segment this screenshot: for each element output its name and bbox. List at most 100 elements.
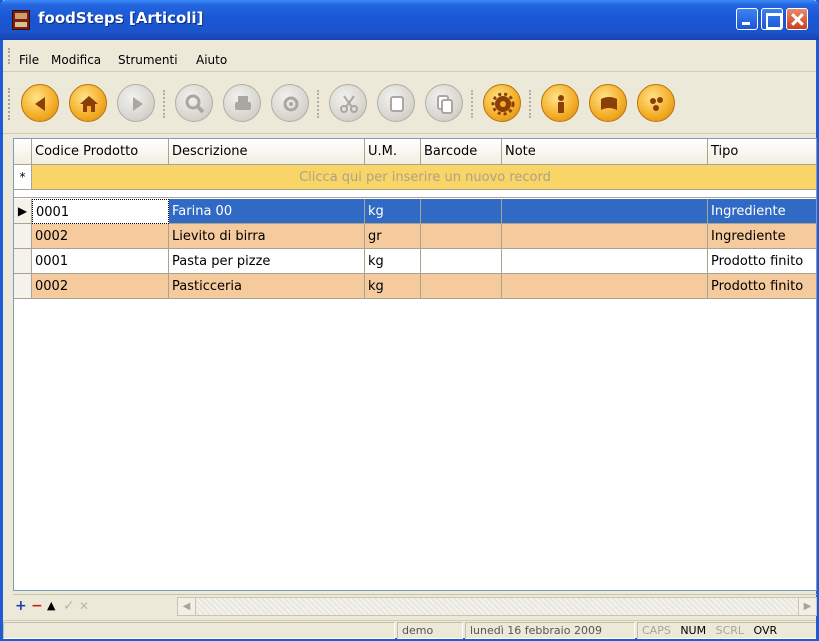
- cell-um[interactable]: kg: [365, 199, 421, 224]
- cell-um[interactable]: gr: [365, 224, 421, 249]
- toolbar-separator: [163, 90, 165, 118]
- delete-record-button[interactable]: −: [31, 597, 43, 615]
- minimize-button[interactable]: [736, 8, 758, 30]
- status-message-panel: [3, 622, 395, 639]
- menu-file[interactable]: File: [19, 53, 39, 67]
- info-button[interactable]: [541, 84, 579, 122]
- home-icon: [70, 85, 108, 123]
- back-arrow-icon: [22, 85, 60, 123]
- paste-icon: [426, 85, 464, 123]
- record-navigator: + − ▲ ✓ ✕ ◀ ▶: [13, 594, 817, 618]
- cancel-edit-button[interactable]: ✕: [79, 597, 89, 615]
- window-title: foodSteps [Articoli]: [38, 9, 204, 27]
- cell-barcode[interactable]: [421, 274, 502, 299]
- print-button[interactable]: [223, 84, 261, 122]
- status-keys-panel: CAPS NUM SCRL OVR: [637, 622, 816, 639]
- toolbar-separator: [529, 90, 531, 118]
- back-button[interactable]: [21, 84, 59, 122]
- cell-um[interactable]: kg: [365, 274, 421, 299]
- settings-button[interactable]: [483, 84, 521, 122]
- search-button[interactable]: [175, 84, 213, 122]
- new-record-row[interactable]: * Clicca qui per inserire un nuovo recor…: [14, 165, 816, 190]
- cell-barcode[interactable]: [421, 199, 502, 224]
- app-logo-icon[interactable]: [12, 10, 30, 30]
- row-selector[interactable]: [14, 224, 32, 249]
- grid-header: Codice Prodotto Descrizione U.M. Barcode…: [14, 139, 816, 165]
- search-icon: [176, 85, 214, 123]
- column-header-codice[interactable]: Codice Prodotto: [32, 139, 169, 165]
- palette-button[interactable]: [637, 84, 675, 122]
- cell-descrizione[interactable]: Pasta per pizze: [169, 249, 365, 274]
- status-date: lunedì 16 febbraio 2009: [465, 622, 635, 639]
- row-selector[interactable]: [14, 274, 32, 299]
- preview-icon: [272, 85, 310, 123]
- toolbar-grip[interactable]: [8, 88, 10, 120]
- palette-icon: [638, 85, 676, 123]
- status-bar: demo lunedì 16 febbraio 2009 CAPS NUM SC…: [3, 620, 816, 639]
- menu-bar: File Modifica Strumenti Aiuto: [3, 40, 816, 72]
- cell-note[interactable]: [502, 199, 708, 224]
- cell-barcode[interactable]: [421, 224, 502, 249]
- cell-um[interactable]: kg: [365, 249, 421, 274]
- paste-button[interactable]: [425, 84, 463, 122]
- scroll-right-arrow-icon[interactable]: ▶: [798, 598, 816, 615]
- add-record-button[interactable]: +: [15, 597, 27, 615]
- copy-button[interactable]: [377, 84, 415, 122]
- copy-icon: [378, 85, 416, 123]
- manual-button[interactable]: [589, 84, 627, 122]
- close-button[interactable]: [786, 8, 808, 30]
- forward-button[interactable]: [117, 84, 155, 122]
- table-row[interactable]: 0002 Lievito di birra gr Ingrediente: [32, 224, 816, 249]
- app-window: foodSteps [Articoli] File Modifica Strum…: [0, 0, 819, 641]
- settings-gear-icon: [484, 85, 522, 123]
- cell-barcode[interactable]: [421, 249, 502, 274]
- cell-note[interactable]: [502, 274, 708, 299]
- title-bar[interactable]: foodSteps [Articoli]: [0, 0, 819, 40]
- cell-note[interactable]: [502, 249, 708, 274]
- column-header-barcode[interactable]: Barcode: [421, 139, 502, 165]
- table-row[interactable]: 0001 Pasta per pizze kg Prodotto finito: [32, 249, 816, 274]
- row-selector[interactable]: [14, 249, 32, 274]
- cell-note[interactable]: [502, 224, 708, 249]
- column-header-note[interactable]: Note: [502, 139, 708, 165]
- cell-descrizione[interactable]: Farina 00: [169, 199, 365, 224]
- menu-grip[interactable]: [8, 48, 10, 64]
- table-row[interactable]: 0001 Farina 00 kg Ingrediente: [32, 199, 816, 224]
- cell-codice[interactable]: 0002: [32, 224, 169, 249]
- grid-divider: [14, 190, 816, 198]
- cell-tipo[interactable]: Ingrediente: [708, 199, 816, 224]
- cell-codice[interactable]: 0001: [32, 249, 169, 274]
- status-num: NUM: [680, 624, 707, 637]
- cell-codice[interactable]: 0001: [32, 199, 169, 224]
- articles-grid: Codice Prodotto Descrizione U.M. Barcode…: [13, 138, 817, 591]
- confirm-edit-button[interactable]: ✓: [63, 597, 75, 615]
- cut-button[interactable]: [329, 84, 367, 122]
- toolbar-separator: [317, 90, 319, 118]
- column-header-um[interactable]: U.M.: [365, 139, 421, 165]
- menu-aiuto[interactable]: Aiuto: [196, 53, 227, 67]
- toolbar: [3, 72, 816, 134]
- current-row-marker[interactable]: ▶: [14, 199, 32, 224]
- table-row[interactable]: 0002 Pasticceria kg Prodotto finito: [32, 274, 816, 299]
- cell-codice[interactable]: 0002: [32, 274, 169, 299]
- maximize-button[interactable]: [761, 8, 783, 30]
- scroll-left-arrow-icon[interactable]: ◀: [178, 598, 196, 615]
- menu-strumenti[interactable]: Strumenti: [118, 53, 178, 67]
- new-row-marker: *: [14, 165, 32, 190]
- header-corner: [14, 139, 32, 165]
- horizontal-scrollbar[interactable]: ◀ ▶: [177, 597, 817, 616]
- new-record-prompt[interactable]: Clicca qui per inserire un nuovo record: [32, 165, 816, 190]
- cell-tipo[interactable]: Ingrediente: [708, 224, 816, 249]
- print-icon: [224, 85, 262, 123]
- column-header-tipo[interactable]: Tipo: [708, 139, 816, 165]
- cell-tipo[interactable]: Prodotto finito: [708, 274, 816, 299]
- move-up-button[interactable]: ▲: [47, 597, 55, 615]
- home-button[interactable]: [69, 84, 107, 122]
- info-icon: [542, 85, 580, 123]
- cell-tipo[interactable]: Prodotto finito: [708, 249, 816, 274]
- preview-button[interactable]: [271, 84, 309, 122]
- column-header-descrizione[interactable]: Descrizione: [169, 139, 365, 165]
- cell-descrizione[interactable]: Pasticceria: [169, 274, 365, 299]
- cell-descrizione[interactable]: Lievito di birra: [169, 224, 365, 249]
- menu-modifica[interactable]: Modifica: [51, 53, 101, 67]
